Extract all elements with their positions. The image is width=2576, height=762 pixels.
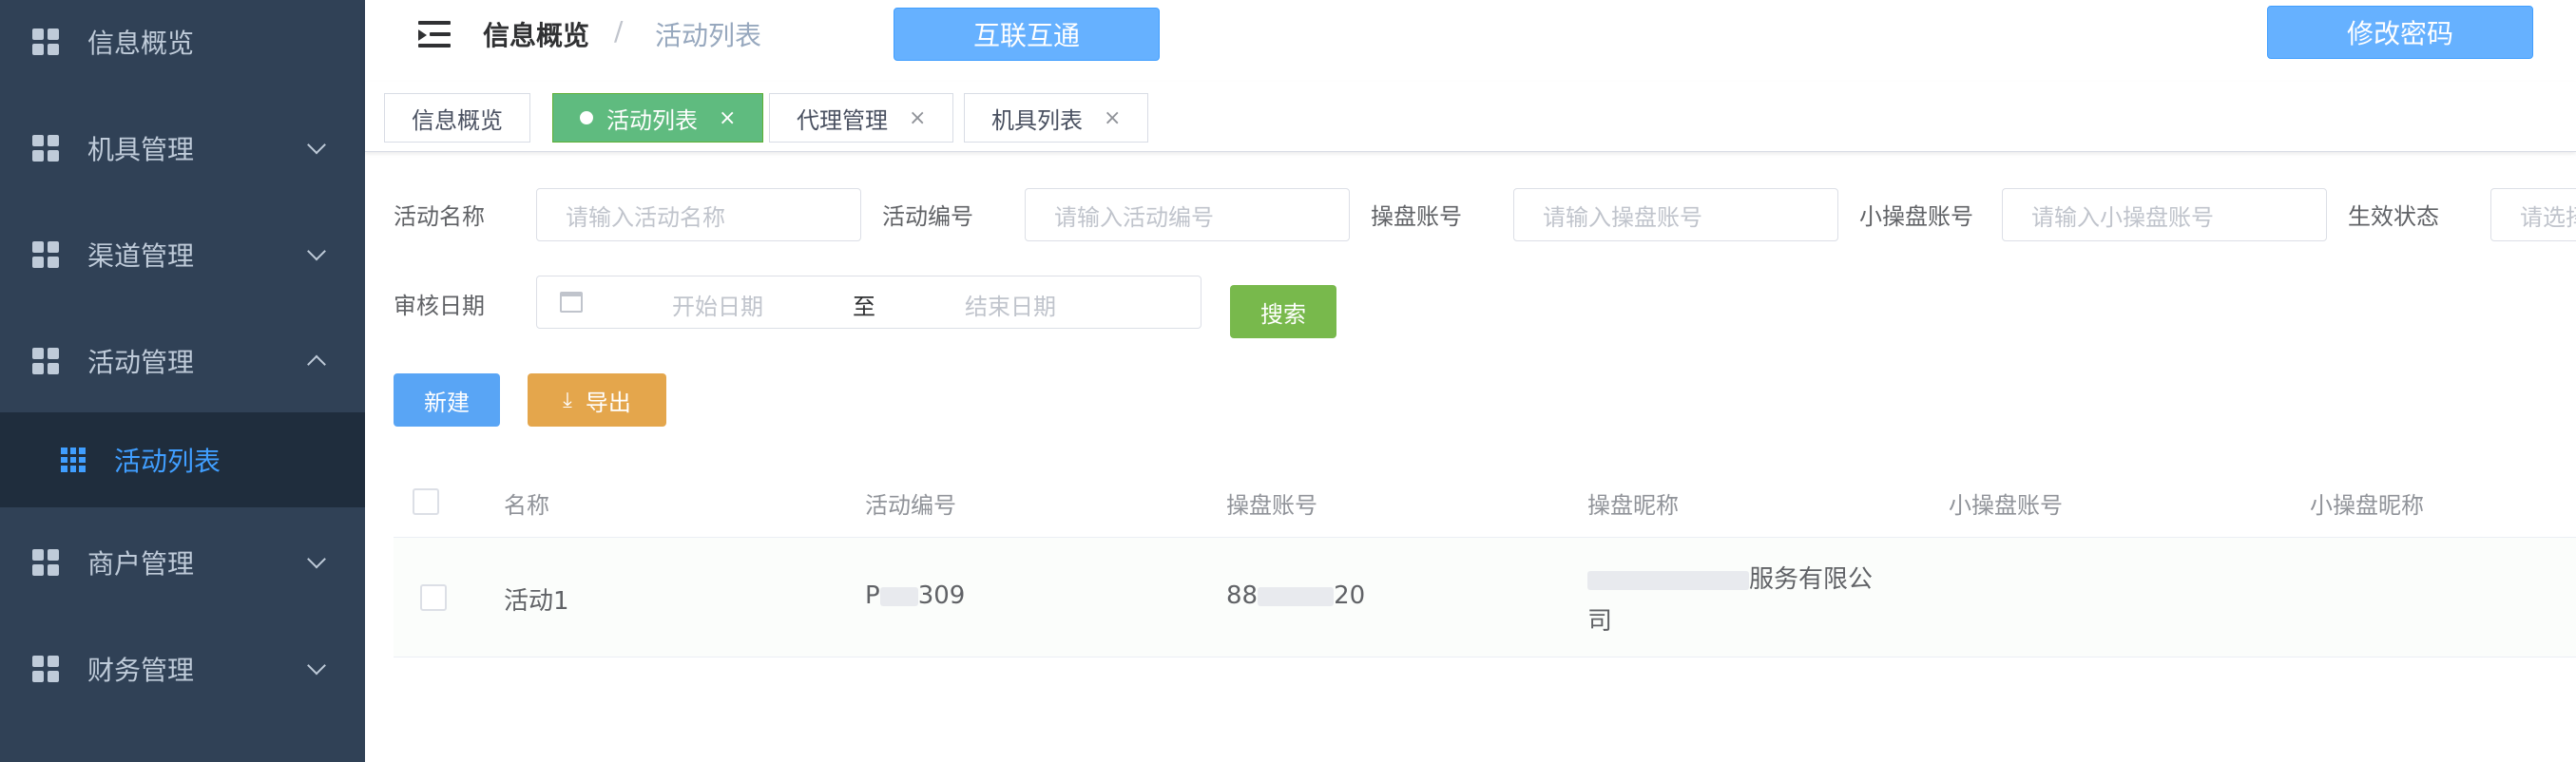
small-operator-input[interactable]: 请输入小操盘账号: [2002, 188, 2327, 241]
dashboard-icon: [32, 29, 59, 55]
select-all-checkbox[interactable]: [413, 488, 439, 515]
tag-overview[interactable]: 信息概览: [384, 93, 530, 143]
close-icon[interactable]: ×: [719, 106, 736, 130]
sidebar-item-label: 活动管理: [87, 347, 195, 378]
tag-label: 机具列表: [991, 106, 1083, 134]
tag-activity-list[interactable]: 活动列表 ×: [552, 93, 764, 143]
chevron-down-icon: [307, 135, 326, 155]
tag-label: 代理管理: [797, 106, 888, 134]
cell-activity-no: P 309: [865, 581, 966, 610]
chevron-down-icon: [307, 549, 326, 569]
hamburger-icon[interactable]: [418, 21, 451, 49]
table-row[interactable]: 活动1 P 309 88 20 服务有限公 司: [394, 538, 2576, 657]
dashboard-icon: [32, 348, 59, 374]
grid-icon: [32, 241, 59, 268]
close-icon[interactable]: ×: [909, 106, 926, 130]
table-header: 名称 活动编号 操盘账号 操盘昵称 小操盘账号 小操盘昵称: [394, 466, 2576, 538]
activity-no-input[interactable]: 请输入活动编号: [1025, 188, 1350, 241]
tags-view: 信息概览 活动列表 × 代理管理 × 机具列表 ×: [365, 82, 2576, 152]
sidebar-item-label: 机具管理: [87, 134, 195, 165]
chevron-down-icon: [307, 241, 326, 261]
sidebar-item-label: 信息概览: [87, 28, 195, 59]
sidebar-item-label: 商户管理: [87, 548, 195, 580]
tag-label: 信息概览: [412, 106, 503, 134]
cell-name: 活动1: [504, 587, 569, 616]
sidebar-item-finance[interactable]: 财务管理: [0, 616, 365, 722]
sidebar: 信息概览 机具管理 渠道管理 活动管理 活动列表 商户管理 财务管理: [0, 0, 365, 762]
column-header: 操盘昵称: [1587, 492, 1679, 519]
search-button[interactable]: 搜索: [1230, 285, 1336, 338]
chevron-up-icon: [307, 354, 326, 374]
new-button[interactable]: 新建: [394, 373, 500, 427]
column-header: 活动编号: [865, 492, 956, 519]
operator-account-input[interactable]: 请输入操盘账号: [1513, 188, 1838, 241]
grid-icon: [32, 135, 59, 162]
sidebar-item-overview[interactable]: 信息概览: [0, 0, 365, 95]
audit-date-range-picker[interactable]: 开始日期 至 结束日期: [536, 276, 1201, 329]
sidebar-item-activity[interactable]: 活动管理: [0, 308, 365, 414]
sidebar-item-channel[interactable]: 渠道管理: [0, 201, 365, 308]
grid-icon: [32, 656, 59, 682]
cell-operator-nickname: 服务有限公 司: [1587, 565, 1874, 636]
breadcrumb-home[interactable]: 信息概览: [483, 15, 589, 53]
status-select[interactable]: 请选择: [2490, 188, 2576, 241]
column-header: 名称: [504, 492, 549, 519]
column-header: 小操盘账号: [1949, 492, 2063, 519]
sidebar-item-label: 渠道管理: [87, 240, 195, 272]
audit-date-label: 审核日期: [394, 293, 485, 319]
activity-name-input[interactable]: 请输入活动名称: [536, 188, 861, 241]
hulian-button[interactable]: 互联互通: [894, 8, 1160, 61]
operator-account-label: 操盘账号: [1371, 203, 1462, 230]
sidebar-item-label: 财务管理: [87, 655, 195, 686]
tag-device-list[interactable]: 机具列表 ×: [964, 93, 1149, 143]
sidebar-item-merchant[interactable]: 商户管理: [0, 509, 365, 616]
export-button-label: 导出: [585, 389, 631, 416]
date-range-separator: 至: [853, 294, 875, 320]
row-checkbox[interactable]: [420, 584, 447, 611]
grid-icon: [61, 448, 86, 472]
close-icon[interactable]: ×: [1104, 106, 1121, 130]
sidebar-subitem-label: 活动列表: [114, 446, 221, 477]
sidebar-item-device[interactable]: 机具管理: [0, 95, 365, 201]
calendar-icon: [560, 292, 583, 313]
column-header: 小操盘昵称: [2310, 492, 2424, 519]
change-password-button[interactable]: 修改密码: [2267, 6, 2533, 59]
export-button[interactable]: ⤓ 导出: [528, 373, 666, 427]
chevron-down-icon: [307, 656, 326, 676]
tag-label: 活动列表: [606, 106, 698, 134]
start-date-input[interactable]: 开始日期: [672, 288, 763, 321]
navbar: 信息概览 / 活动列表 互联互通 修改密码: [365, 0, 2576, 82]
column-header: 操盘账号: [1226, 492, 1317, 519]
download-icon: ⤓: [563, 388, 572, 412]
activity-no-label: 活动编号: [882, 203, 973, 230]
tag-agent-management[interactable]: 代理管理 ×: [769, 93, 954, 143]
sidebar-subitem-activity-list[interactable]: 活动列表: [0, 412, 365, 507]
activity-name-label: 活动名称: [394, 203, 485, 230]
grid-icon: [32, 549, 59, 576]
cell-operator-account: 88 20: [1226, 581, 1366, 610]
status-label: 生效状态: [2348, 203, 2439, 230]
end-date-input[interactable]: 结束日期: [965, 288, 1056, 321]
breadcrumb-current: 活动列表: [655, 20, 762, 51]
breadcrumb-separator: /: [614, 15, 624, 47]
small-operator-label: 小操盘账号: [1859, 203, 1973, 230]
active-dot-icon: [580, 111, 593, 124]
